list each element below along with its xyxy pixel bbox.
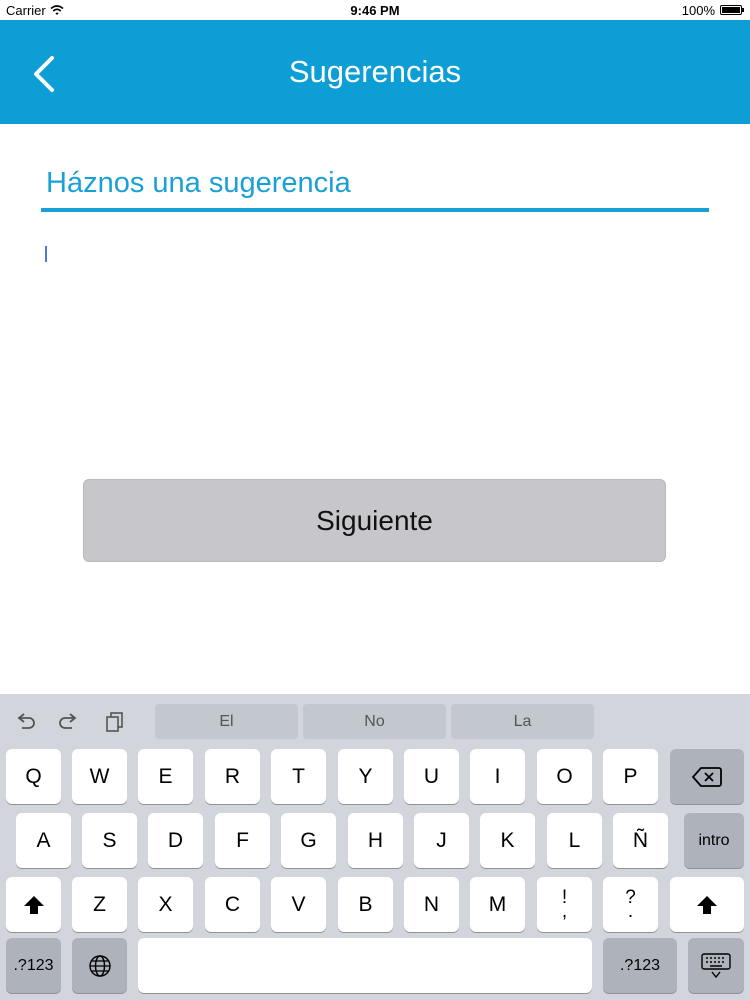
battery-percentage: 100%	[681, 3, 715, 18]
shift-key-right[interactable]	[670, 877, 744, 932]
key-h[interactable]: H	[348, 813, 403, 868]
key-o[interactable]: O	[537, 749, 592, 804]
page-title: Sugerencias	[288, 54, 462, 89]
key-q[interactable]: Q	[6, 749, 61, 804]
key-enye[interactable]: Ñ	[613, 813, 668, 868]
key-y[interactable]: Y	[338, 749, 393, 804]
backspace-key[interactable]	[670, 749, 744, 804]
next-button[interactable]: Siguiente	[83, 479, 666, 562]
key-u[interactable]: U	[404, 749, 459, 804]
keyboard-dismiss-icon	[701, 952, 731, 978]
navigation-bar: Sugerencias	[0, 20, 750, 124]
globe-key[interactable]	[72, 938, 127, 993]
keyboard-toolbar: El No La	[0, 694, 750, 746]
clock: 9:46 PM	[350, 3, 400, 18]
battery-icon	[720, 5, 744, 15]
key-t[interactable]: T	[271, 749, 326, 804]
backspace-icon	[692, 766, 722, 787]
suggestion-2[interactable]: No	[303, 704, 446, 739]
text-caret	[45, 246, 47, 262]
key-j[interactable]: J	[414, 813, 469, 868]
status-bar: Carrier 9:46 PM 100%	[0, 0, 750, 20]
suggestion-text-field[interactable]	[41, 232, 709, 432]
key-f[interactable]: F	[215, 813, 270, 868]
suggestion-3[interactable]: La	[451, 704, 594, 739]
globe-icon	[88, 954, 111, 977]
dismiss-keyboard-key[interactable]	[688, 938, 744, 993]
redo-icon[interactable]	[56, 708, 82, 734]
numbers-key-left[interactable]: .?123	[6, 938, 61, 993]
shift-icon	[697, 895, 717, 914]
key-d[interactable]: D	[148, 813, 203, 868]
keyboard: El No La Q W E R T Y U I O P A S D F G H…	[0, 694, 750, 1000]
key-comma-label: ,	[561, 900, 568, 922]
return-key[interactable]: intro	[684, 813, 744, 868]
key-x[interactable]: X	[138, 877, 193, 932]
key-g[interactable]: G	[281, 813, 336, 868]
key-v[interactable]: V	[271, 877, 326, 932]
key-question-period[interactable]: ? .	[603, 877, 658, 932]
key-a[interactable]: A	[16, 813, 71, 868]
key-c[interactable]: C	[205, 877, 260, 932]
suggestion-heading: Háznos una sugerencia	[46, 167, 351, 199]
key-z[interactable]: Z	[72, 877, 127, 932]
shift-key-left[interactable]	[6, 877, 61, 932]
key-p[interactable]: P	[603, 749, 658, 804]
shift-icon	[23, 895, 44, 914]
key-i[interactable]: I	[470, 749, 525, 804]
key-n[interactable]: N	[404, 877, 459, 932]
heading-divider	[41, 208, 709, 212]
key-period-label: .	[627, 900, 634, 922]
key-r[interactable]: R	[205, 749, 260, 804]
key-k[interactable]: K	[480, 813, 535, 868]
key-w[interactable]: W	[72, 749, 127, 804]
key-m[interactable]: M	[470, 877, 525, 932]
undo-icon[interactable]	[12, 708, 38, 734]
key-s[interactable]: S	[82, 813, 137, 868]
suggestion-1[interactable]: El	[155, 704, 298, 739]
key-b[interactable]: B	[338, 877, 393, 932]
key-l[interactable]: L	[547, 813, 602, 868]
space-bar[interactable]	[138, 938, 592, 993]
numbers-key-right[interactable]: .?123	[603, 938, 677, 993]
key-exclamation-comma[interactable]: ! ,	[537, 877, 592, 932]
key-e[interactable]: E	[138, 749, 193, 804]
paste-icon[interactable]	[102, 708, 128, 734]
